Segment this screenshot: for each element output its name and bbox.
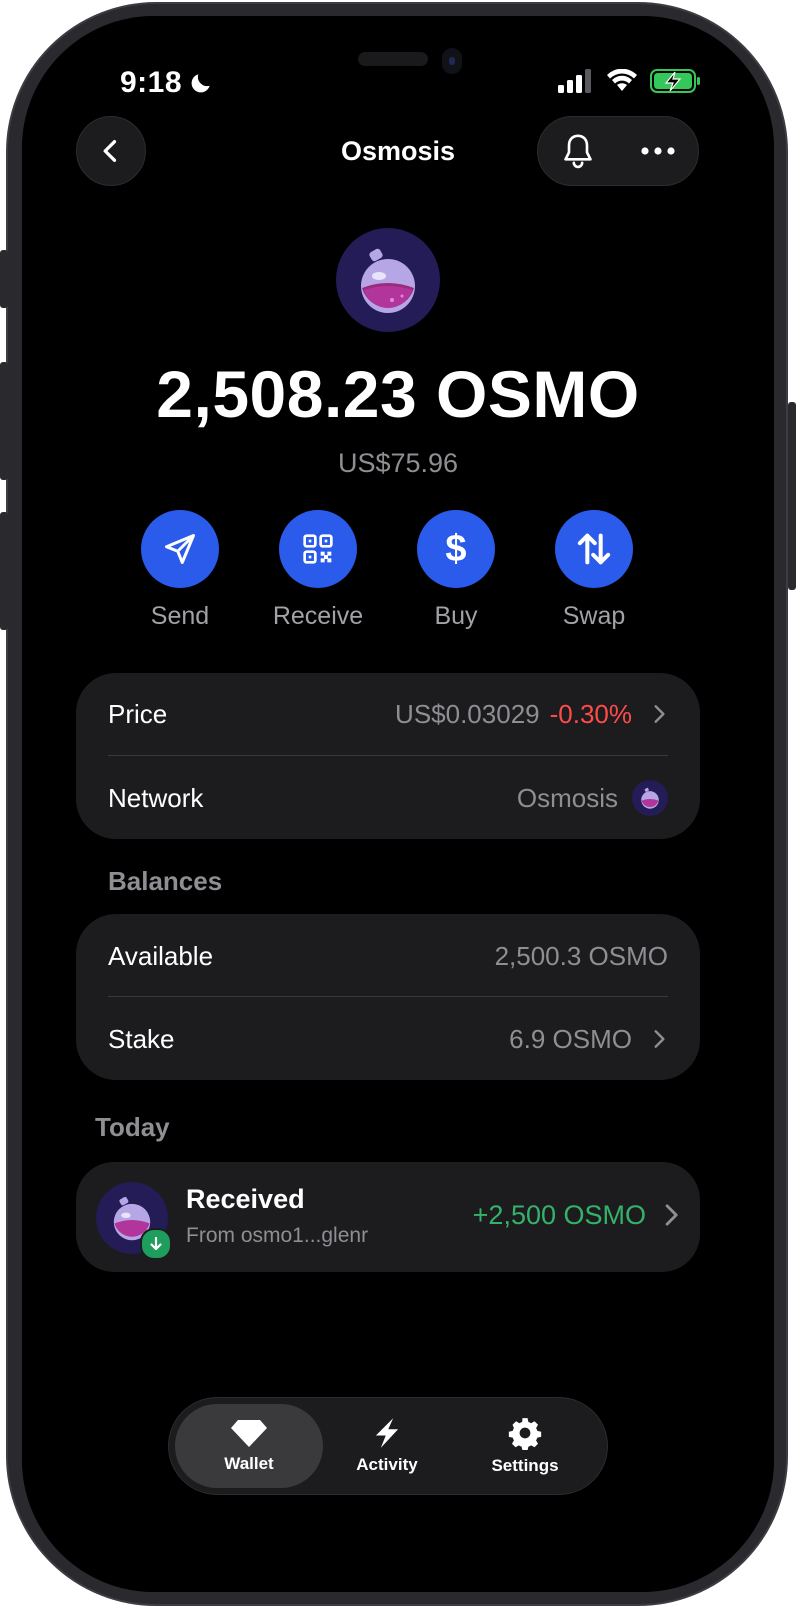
available-row: Available 2,500.3 OSMO [108, 936, 668, 976]
buy-button[interactable]: $ [417, 510, 495, 588]
diamond-icon [231, 1420, 267, 1447]
available-value: 2,500.3 OSMO [494, 940, 668, 971]
stake-label: Stake [108, 1023, 175, 1054]
price-value: US$0.03029 [395, 698, 540, 729]
power-button [788, 402, 796, 590]
swap-label: Swap [562, 602, 626, 630]
stake-row[interactable]: Stake 6.9 OSMO [108, 1019, 668, 1059]
battery-charging-icon [650, 69, 700, 93]
more-options-button[interactable] [628, 121, 688, 181]
transaction-title: Received [186, 1184, 305, 1214]
price-value-group: US$0.03029 -0.30% [395, 699, 668, 730]
swap-action[interactable]: Swap [534, 510, 654, 631]
receive-button[interactable] [279, 510, 357, 588]
tab-wallet[interactable]: Wallet [175, 1404, 323, 1488]
transaction-row[interactable]: Received From osmo1...glenr +2,500 OSMO [76, 1162, 700, 1272]
tab-settings[interactable]: Settings [451, 1404, 599, 1488]
status-time: 9:18 [120, 66, 214, 100]
receive-label: Receive [272, 602, 364, 630]
received-badge [140, 1228, 172, 1260]
price-change: -0.30% [549, 698, 632, 729]
speaker-grille [358, 52, 428, 66]
lightning-icon [375, 1418, 399, 1448]
network-label: Network [108, 782, 204, 813]
tab-bar: Wallet Activity Settings [168, 1397, 608, 1495]
tab-wallet-label: Wallet [224, 1454, 274, 1473]
send-button[interactable] [141, 510, 219, 588]
today-section-title: Today [95, 1112, 170, 1142]
tab-settings-label: Settings [491, 1456, 559, 1475]
wifi-icon [607, 69, 637, 91]
buy-action[interactable]: $ Buy [396, 510, 516, 631]
price-row[interactable]: Price US$0.03029 -0.30% [108, 694, 668, 734]
token-balance: 2,508.23 OSMO [156, 357, 640, 431]
network-logo-icon [632, 780, 668, 816]
screen: 9:18 Osmosis 2,508.23 OSMO US$75.96 Send… [22, 16, 774, 1592]
send-icon [165, 534, 195, 564]
send-action[interactable]: Send [120, 510, 240, 631]
balances-card: Available 2,500.3 OSMO Stake 6.9 OSMO [76, 914, 700, 1080]
more-horizontal-icon [641, 147, 675, 155]
osmosis-token-logo [336, 228, 440, 332]
price-label: Price [108, 698, 168, 729]
stake-value-group: 6.9 OSMO [509, 1024, 668, 1055]
status-indicators [558, 68, 702, 94]
bell-icon [564, 134, 592, 169]
network-value-group: Osmosis [517, 780, 668, 816]
stake-value: 6.9 OSMO [509, 1023, 632, 1054]
silent-switch [0, 250, 8, 308]
divider [108, 996, 668, 997]
token-info-card: Price US$0.03029 -0.30% Network Osmosis [76, 673, 700, 839]
buy-label: Buy [434, 602, 478, 630]
balances-section-title: Balances [108, 866, 223, 896]
transaction-subtitle: From osmo1...glenr [186, 1224, 369, 1247]
nav-actions [537, 116, 699, 186]
available-label: Available [108, 940, 214, 971]
tab-activity[interactable]: Activity [313, 1404, 461, 1488]
fiat-balance: US$75.96 [337, 448, 459, 478]
chevron-right-icon [654, 705, 665, 723]
swap-arrows-icon [577, 533, 611, 565]
osmosis-logo-icon [361, 248, 415, 313]
volume-up-button [0, 362, 8, 480]
status-time-text: 9:18 [120, 66, 183, 99]
divider [108, 755, 668, 756]
network-row: Network Osmosis [108, 778, 668, 818]
network-value: Osmosis [516, 782, 618, 813]
chevron-right-icon [665, 1204, 678, 1226]
dollar-icon: $ [445, 528, 467, 570]
receive-action[interactable]: Receive [258, 510, 378, 631]
arrow-down-icon [150, 1236, 162, 1251]
moon-icon [191, 74, 210, 93]
swap-button[interactable] [555, 510, 633, 588]
notifications-button[interactable] [548, 121, 608, 181]
front-camera [442, 48, 462, 74]
chevron-right-icon [654, 1030, 665, 1048]
send-label: Send [150, 602, 210, 630]
qr-code-icon [303, 534, 333, 564]
volume-down-button [0, 512, 8, 630]
gear-icon [508, 1418, 542, 1450]
transaction-amount: +2,500 OSMO [472, 1200, 646, 1230]
cellular-signal-icon [558, 69, 591, 93]
tab-activity-label: Activity [356, 1455, 418, 1474]
